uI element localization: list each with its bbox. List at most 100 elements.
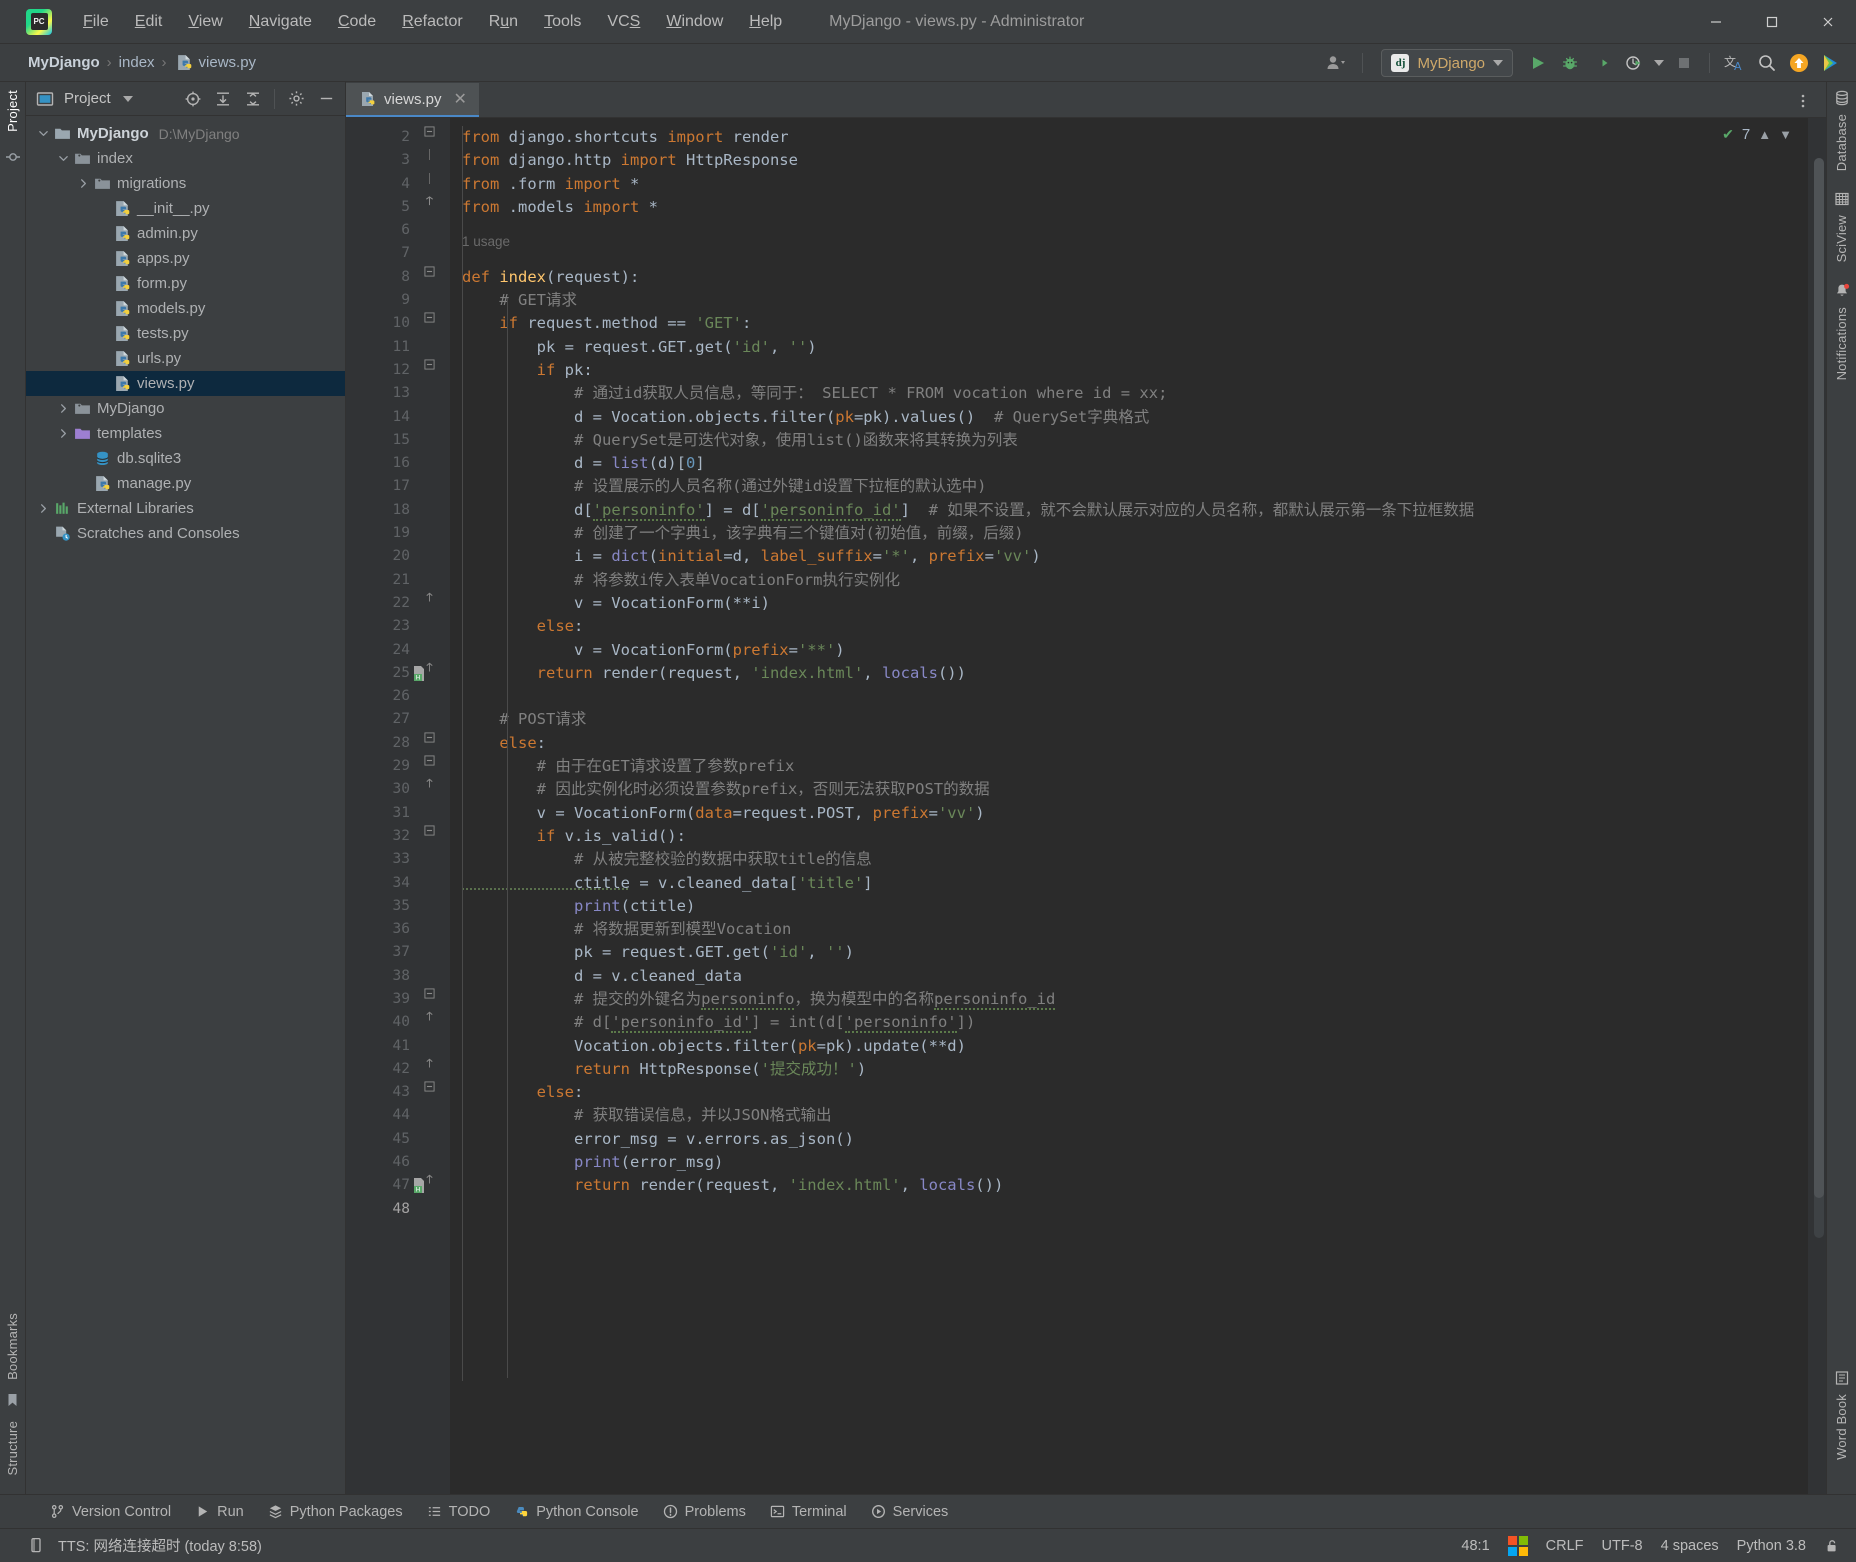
line-number-23[interactable]: 23 (346, 615, 424, 638)
line-number-7[interactable]: 7 (346, 242, 424, 265)
fold-marker-30[interactable] (424, 778, 450, 801)
fold-marker-40[interactable] (424, 1011, 450, 1034)
chevron-up-icon[interactable]: ▲ (1758, 127, 1771, 142)
menu-item-vcs[interactable]: VCS (594, 9, 653, 35)
breadcrumb-folder[interactable]: index (119, 54, 155, 71)
locate-icon[interactable] (180, 86, 206, 112)
code-line-7[interactable] (450, 242, 1826, 265)
chevron-down-icon[interactable]: ▼ (1779, 127, 1792, 142)
line-number-27[interactable]: 27 (346, 708, 424, 731)
rail-item-bookmarks[interactable]: Bookmarks (5, 1305, 20, 1388)
line-number-12[interactable]: 12 (346, 359, 424, 382)
breadcrumb-file[interactable]: views.py (199, 54, 257, 71)
caret-position[interactable]: 48:1 (1461, 1538, 1489, 1554)
code-line-12[interactable]: if pk: (450, 359, 1826, 382)
python-interpreter[interactable]: Python 3.8 (1737, 1538, 1806, 1554)
code-line-43[interactable]: else: (450, 1081, 1826, 1104)
code-line-34[interactable]: ctitle = v.cleaned_data['title'] (450, 872, 1826, 895)
line-number-34[interactable]: 34 (346, 872, 424, 895)
line-number-26[interactable]: 26 (346, 685, 424, 708)
line-number-38[interactable]: 38 (346, 965, 424, 988)
code-line-47[interactable]: return render(request, 'index.html', loc… (450, 1174, 1826, 1197)
run-button[interactable] (1523, 48, 1553, 78)
line-number-32[interactable]: 32 (346, 825, 424, 848)
code-line-32[interactable]: if v.is_valid(): (450, 825, 1826, 848)
editor-error-stripe[interactable] (1808, 118, 1826, 1494)
rail-item-database[interactable]: Database (1834, 90, 1850, 175)
line-number-8[interactable]: 8 (346, 266, 424, 289)
tree-item-admin-py[interactable]: admin.py (26, 221, 345, 246)
line-number-18[interactable]: 18 (346, 499, 424, 522)
code-line-13[interactable]: # 通过id获取人员信息，等同于： SELECT * FROM vocation… (450, 382, 1826, 405)
code-line-40[interactable]: # d['personinfo_id'] = int(d['personinfo… (450, 1011, 1826, 1034)
menu-item-view[interactable]: View (175, 9, 235, 35)
coverage-button[interactable] (1587, 48, 1617, 78)
fold-marker-10[interactable] (424, 312, 450, 335)
chevron-right-icon[interactable] (54, 403, 72, 414)
tool-window-terminal[interactable]: Terminal (760, 1500, 857, 1524)
update-button[interactable] (1784, 48, 1814, 78)
profile-button[interactable] (1619, 48, 1649, 78)
tool-window-todo[interactable]: TODO (417, 1500, 501, 1524)
code-line-2[interactable]: from django.shortcuts import render (450, 126, 1826, 149)
code-line-9[interactable]: # GET请求 (450, 289, 1826, 312)
search-everywhere-button[interactable] (1752, 48, 1782, 78)
line-number-42[interactable]: 42 (346, 1058, 424, 1081)
tree-item-tests-py[interactable]: tests.py (26, 321, 345, 346)
line-number-35[interactable]: 35 (346, 895, 424, 918)
line-number-45[interactable]: 45 (346, 1128, 424, 1151)
code-line-39[interactable]: # 提交的外键名为personinfo，换为模型中的名称personinfo_i… (450, 988, 1826, 1011)
line-separator[interactable]: CRLF (1546, 1538, 1584, 1554)
code-line-29[interactable]: # 由于在GET请求设置了参数prefix (450, 755, 1826, 778)
tool-window-run[interactable]: Run (185, 1500, 254, 1524)
code-line-19[interactable]: # 创建了一个字典i，该字典有三个键值对(初始值，前缀，后缀) (450, 522, 1826, 545)
code-line-27[interactable]: # POST请求 (450, 708, 1826, 731)
collapse-all-icon[interactable] (240, 86, 266, 112)
project-file-tree[interactable]: MyDjango D:\MyDjango index migrations __init… (26, 116, 345, 1494)
code-line-16[interactable]: d = list(d)[0] (450, 452, 1826, 475)
code-line-11[interactable]: pk = request.GET.get('id', '') (450, 336, 1826, 359)
tool-window-python-packages[interactable]: Python Packages (258, 1500, 413, 1524)
code-line-18[interactable]: d['personinfo'] = d['personinfo_id'] # 如… (450, 499, 1826, 522)
tree-item-manage-py[interactable]: manage.py (26, 471, 345, 496)
code-line-21[interactable]: # 将参数i传入表单VocationForm执行实例化 (450, 569, 1826, 592)
code-line-10[interactable]: if request.method == 'GET': (450, 312, 1826, 335)
rail-item-notifications[interactable]: Notifications (1834, 283, 1850, 384)
code-line-33[interactable]: # 从被完整校验的数据中获取title的信息 (450, 848, 1826, 871)
line-number-14[interactable]: 14 (346, 406, 424, 429)
line-number-5[interactable]: 5 (346, 196, 424, 219)
fold-marker-47[interactable] (424, 1174, 450, 1197)
line-number-10[interactable]: 10 (346, 312, 424, 335)
hide-panel-icon[interactable] (313, 86, 339, 112)
line-number-20[interactable]: 20 (346, 545, 424, 568)
settings-gear-icon[interactable] (283, 86, 309, 112)
code-line-46[interactable]: print(error_msg) (450, 1151, 1826, 1174)
fold-marker-22[interactable] (424, 592, 450, 615)
maximize-button[interactable] (1744, 0, 1800, 44)
tree-item-templates[interactable]: templates (26, 421, 345, 446)
code-line-31[interactable]: v = VocationForm(data=request.POST, pref… (450, 802, 1826, 825)
status-notification-icon[interactable] (28, 1537, 44, 1554)
chevron-down-icon[interactable] (34, 128, 52, 139)
fold-marker-25[interactable] (424, 662, 450, 685)
tree-item-db-sqlite3[interactable]: db.sqlite3 (26, 446, 345, 471)
line-number-6[interactable]: 6 (346, 219, 424, 242)
code-line-23[interactable]: else: (450, 615, 1826, 638)
code-line-15[interactable]: # QuerySet是可迭代对象，使用list()函数来将其转换为列表 (450, 429, 1826, 452)
code-line-28[interactable]: else: (450, 732, 1826, 755)
line-number-39[interactable]: 39 (346, 988, 424, 1011)
debug-button[interactable] (1555, 48, 1585, 78)
code-line-5[interactable]: from .models import * (450, 196, 1826, 219)
commit-icon[interactable] (5, 150, 20, 164)
code-line-22[interactable]: v = VocationForm(**i) (450, 592, 1826, 615)
code-line-36[interactable]: # 将数据更新到模型Vocation (450, 918, 1826, 941)
tree-item-models-py[interactable]: models.py (26, 296, 345, 321)
indent-setting[interactable]: 4 spaces (1661, 1538, 1719, 1554)
inspection-widget[interactable]: ✔ 7 ▲ ▼ (1722, 126, 1792, 143)
code-line-48[interactable] (450, 1198, 1826, 1221)
fold-marker-8[interactable] (424, 266, 450, 289)
tree-item-urls-py[interactable]: urls.py (26, 346, 345, 371)
editor-tab-views-py[interactable]: views.py ✕ (346, 83, 479, 117)
rail-item-word-book[interactable]: Word Book (1834, 1370, 1850, 1464)
line-number-43[interactable]: 43 (346, 1081, 424, 1104)
